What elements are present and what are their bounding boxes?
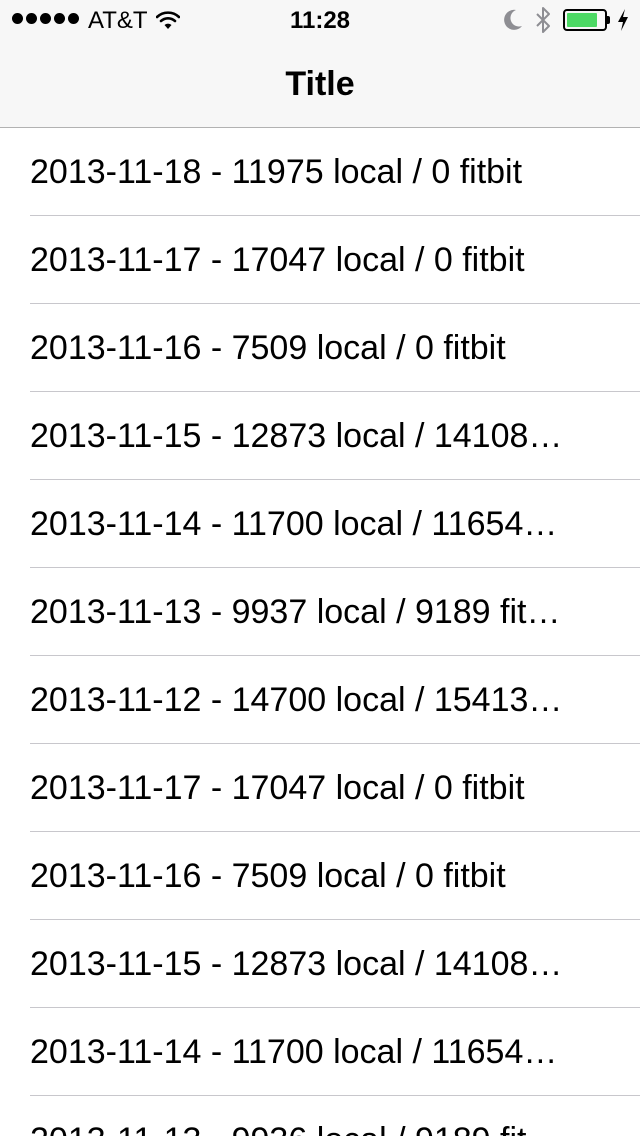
table-row[interactable]: 2013-11-15 - 12873 local / 14108…	[0, 392, 640, 480]
table-row[interactable]: 2013-11-17 - 17047 local / 0 fitbit	[0, 744, 640, 832]
table-row-label: 2013-11-15 - 12873 local / 14108…	[30, 417, 563, 455]
lightning-icon	[618, 9, 628, 31]
table-row[interactable]: 2013-11-16 - 7509 local / 0 fitbit	[0, 304, 640, 392]
table-row[interactable]: 2013-11-16 - 7509 local / 0 fitbit	[0, 832, 640, 920]
table-row[interactable]: 2013-11-13 - 9936 local / 9189 fit…	[0, 1096, 640, 1136]
table-row-label: 2013-11-13 - 9937 local / 9189 fit…	[30, 593, 561, 631]
battery-nub	[607, 16, 610, 24]
status-bar: AT&T 11:28	[0, 0, 640, 40]
table-row-label: 2013-11-18 - 11975 local / 0 fitbit	[30, 153, 523, 191]
table-row-label: 2013-11-16 - 7509 local / 0 fitbit	[30, 329, 506, 367]
table-row[interactable]: 2013-11-15 - 12873 local / 14108…	[0, 920, 640, 1008]
table-view[interactable]: 2013-11-18 - 11975 local / 0 fitbit 2013-…	[0, 128, 640, 1136]
header: AT&T 11:28 Title	[0, 0, 640, 128]
table-row-label: 2013-11-17 - 17047 local / 0 fitbit	[30, 769, 525, 807]
table-row[interactable]: 2013-11-14 - 11700 local / 11654…	[0, 1008, 640, 1096]
table-row-label: 2013-11-12 - 14700 local / 15413…	[30, 681, 563, 719]
battery-shell	[563, 9, 607, 31]
screen: AT&T 11:28 Title 2013-11-18 - 11975 loca…	[0, 0, 640, 1136]
battery-icon	[563, 9, 613, 31]
table-row-label: 2013-11-14 - 11700 local / 11654…	[30, 1033, 558, 1071]
moon-icon	[504, 9, 522, 30]
table-row-label: 2013-11-17 - 17047 local / 0 fitbit	[30, 241, 525, 279]
bluetooth-icon	[536, 7, 550, 33]
table-row[interactable]: 2013-11-12 - 14700 local / 15413…	[0, 656, 640, 744]
table-row-label: 2013-11-14 - 11700 local / 11654…	[30, 505, 558, 543]
battery-fill	[567, 13, 597, 27]
table-row[interactable]: 2013-11-13 - 9937 local / 9189 fit…	[0, 568, 640, 656]
table-row-label: 2013-11-13 - 9936 local / 9189 fit…	[30, 1096, 608, 1136]
table-row[interactable]: 2013-11-17 - 17047 local / 0 fitbit	[0, 216, 640, 304]
page-title: Title	[285, 65, 355, 103]
table-row[interactable]: 2013-11-18 - 11975 local / 0 fitbit	[0, 128, 640, 216]
table-row-label: 2013-11-16 - 7509 local / 0 fitbit	[30, 857, 506, 895]
table-row-label: 2013-11-15 - 12873 local / 14108…	[30, 945, 563, 983]
table-row[interactable]: 2013-11-14 - 11700 local / 11654…	[0, 480, 640, 568]
